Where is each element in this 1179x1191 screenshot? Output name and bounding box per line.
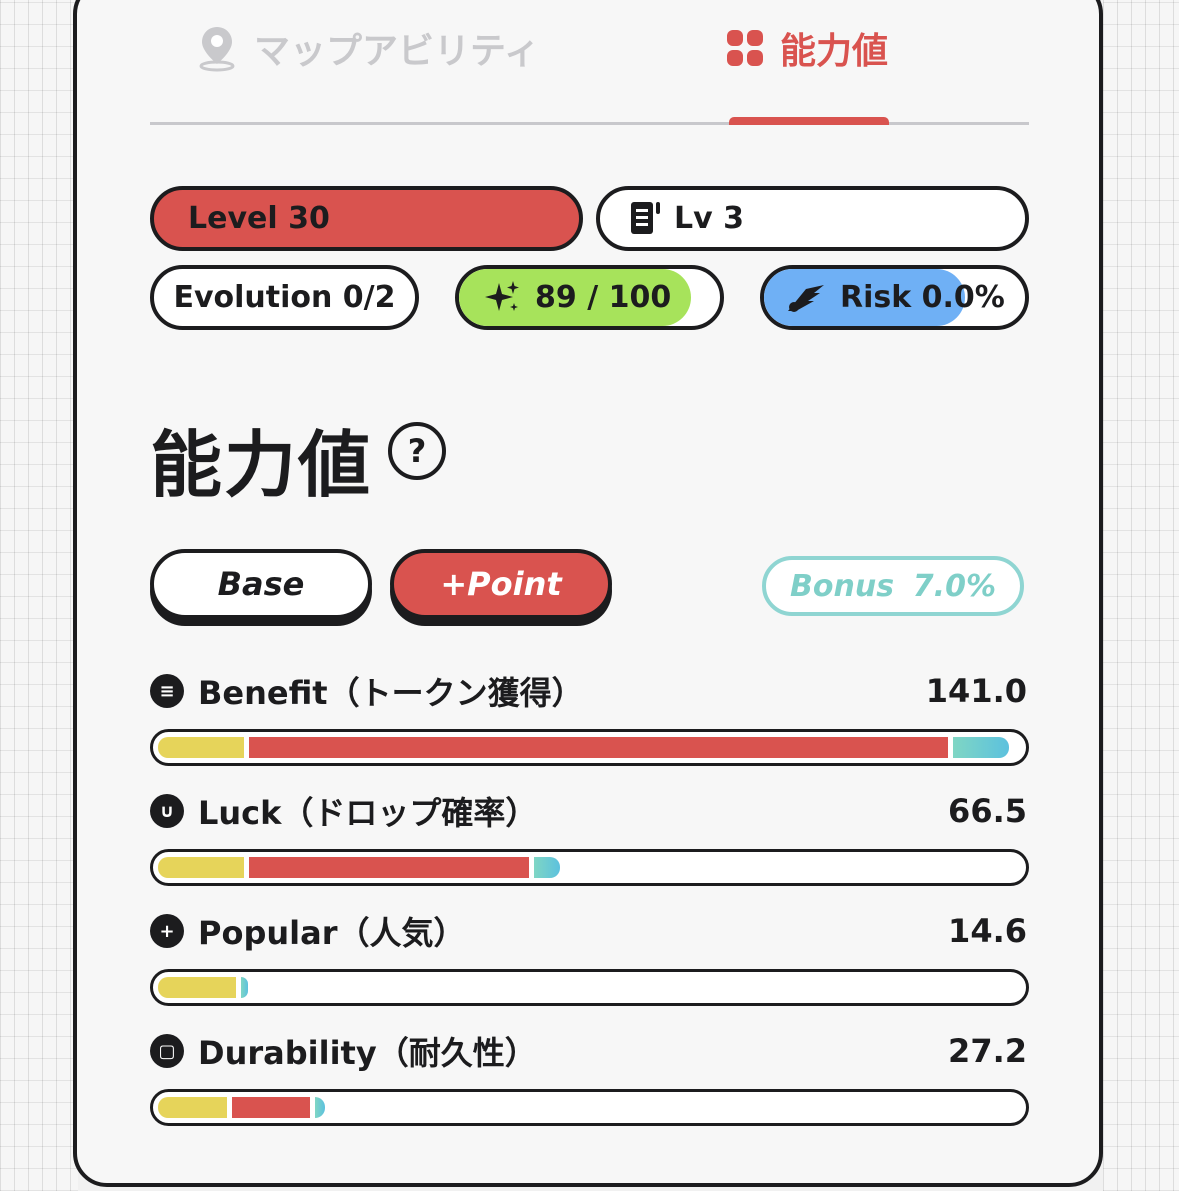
bonus-segment [241,977,248,998]
stat-luck-label: ∪ Luck（ドロップ確率） [150,788,537,834]
horseshoe-icon: ∪ [150,794,184,828]
stat-popular-label: + Popular（人気） [150,908,465,954]
plus-icon: + [150,914,184,948]
bonus-segment [315,1097,325,1118]
stat-durability-label: ▢ Durability（耐久性） [150,1028,537,1074]
help-mark: ? [407,432,427,470]
comet-icon [788,284,824,312]
level-text: Level 30 [188,201,330,236]
grid-icon [727,30,763,66]
stat-luck-text: Luck（ドロップ確率） [198,794,538,832]
risk-badge: Risk 0.0% [760,265,1029,330]
stat-popular-value: 14.6 [948,912,1027,950]
list-icon: ≡ [150,674,184,708]
tab-map-ability[interactable]: マップアビリティ [196,22,540,74]
background-illustration-right [1103,0,1179,1191]
risk-text: Risk 0.0% [840,280,1005,315]
stat-popular-bar [150,969,1029,1006]
lv-badge: Lv 3 [596,186,1029,251]
bonus-badge: Bonus 7.0% [762,556,1024,616]
section-title: 能力値 [150,423,373,507]
stat-benefit-value: 141.0 [925,672,1027,710]
stat-durability-value: 27.2 [948,1032,1027,1070]
tab-map-ability-label: マップアビリティ [254,31,540,72]
bonus-segment [534,857,560,878]
stat-benefit-text: Benefit（トークン獲得） [198,674,584,712]
sparkle-icon [485,280,519,311]
energy-badge: 89 / 100 [455,265,724,330]
stat-benefit-label: ≡ Benefit（トークン獲得） [150,668,584,714]
stat-luck-bar [150,849,1029,886]
bonus-value: 7.0% [912,568,996,604]
base-segment [158,977,236,998]
point-segment [249,857,529,878]
energy-text: 89 / 100 [535,280,672,315]
evolution-text: Evolution 0/2 [173,280,396,315]
point-segment [249,737,948,758]
tab-stats[interactable]: 能力値 [726,22,888,74]
help-icon[interactable]: ? [388,422,446,480]
stat-durability-text: Durability（耐久性） [198,1034,537,1072]
tab-active-indicator [729,117,889,125]
point-button[interactable]: +Point [390,549,612,619]
point-segment [232,1097,310,1118]
lv-text: Lv 3 [674,201,744,236]
background-illustration-left [0,0,78,1191]
map-pin-icon [199,27,235,72]
stat-benefit-bar [150,729,1029,766]
base-button[interactable]: Base [150,549,372,619]
tab-divider [150,122,1029,125]
square-icon: ▢ [150,1034,184,1068]
base-segment [158,1097,227,1118]
stat-durability-bar [150,1089,1029,1126]
evolution-badge: Evolution 0/2 [150,265,419,330]
level-badge: Level 30 [150,186,583,251]
stat-popular-text: Popular（人気） [198,914,466,952]
base-segment [158,737,244,758]
document-icon [631,201,660,234]
bonus-label: Bonus [790,568,895,604]
tab-stats-label: 能力値 [780,31,889,72]
bonus-segment [953,737,1009,758]
stat-luck-value: 66.5 [948,792,1027,830]
base-segment [158,857,244,878]
